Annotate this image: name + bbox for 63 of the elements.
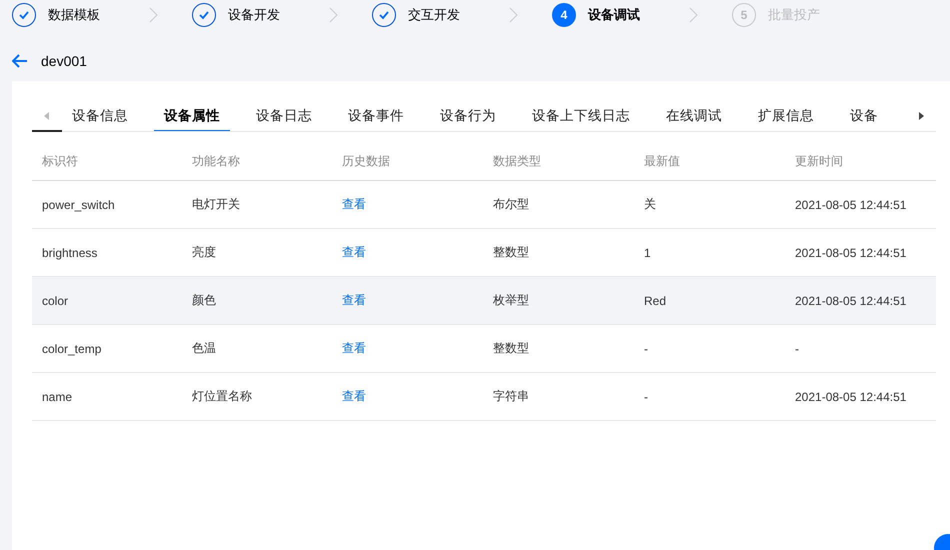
device-name: dev001 xyxy=(41,53,87,69)
column-header: 最新值 xyxy=(644,152,680,170)
chevron-icon xyxy=(329,7,338,23)
tab[interactable]: 设备属性 xyxy=(154,101,230,131)
table-cell: 2021-08-05 12:44:51 xyxy=(795,294,906,308)
table-cell: - xyxy=(644,342,648,356)
table-cell: color xyxy=(42,294,68,308)
check-icon xyxy=(378,9,390,21)
table-cell: 2021-08-05 12:44:51 xyxy=(795,390,906,404)
table-cell: 整数型 xyxy=(493,244,529,261)
tab[interactable]: 设备行为 xyxy=(430,101,506,131)
view-link[interactable]: 查看 xyxy=(342,244,366,261)
chevron-icon xyxy=(509,7,518,23)
back-arrow-icon[interactable] xyxy=(12,54,28,68)
table-cell: 电灯开关 xyxy=(192,196,240,213)
table-cell: color_temp xyxy=(42,342,102,356)
column-header: 标识符 xyxy=(42,152,78,170)
step-label: 设备开发 xyxy=(228,6,280,24)
tab[interactable]: 设备上下线日志 xyxy=(522,101,640,131)
check-icon xyxy=(18,9,30,21)
table-cell: 2021-08-05 12:44:51 xyxy=(795,246,906,260)
tab[interactable]: 设备 xyxy=(840,101,888,131)
tab[interactable]: 扩展信息 xyxy=(748,101,824,131)
column-header: 历史数据 xyxy=(342,152,390,170)
table-cell: 关 xyxy=(644,196,656,213)
table-cell: 颜色 xyxy=(192,292,216,309)
chevron-icon xyxy=(689,7,698,23)
table-cell: Red xyxy=(644,294,666,308)
tab[interactable]: 在线调试 xyxy=(656,101,732,131)
column-header: 更新时间 xyxy=(795,152,843,170)
view-link[interactable]: 查看 xyxy=(342,340,366,357)
tab[interactable]: 设备事件 xyxy=(338,101,414,131)
step-indicator: 5 xyxy=(732,3,756,27)
table-cell: 灯位置名称 xyxy=(192,388,252,405)
step-label: 交互开发 xyxy=(408,6,460,24)
table-cell: 字符串 xyxy=(493,388,529,405)
step-label: 数据模板 xyxy=(48,6,100,24)
table-cell: 整数型 xyxy=(493,340,529,357)
view-link[interactable]: 查看 xyxy=(342,388,366,405)
table-cell: name xyxy=(42,390,72,404)
step-label: 设备调试 xyxy=(588,6,640,24)
table-cell: 亮度 xyxy=(192,244,216,261)
table-cell: - xyxy=(644,390,648,404)
table-cell: 1 xyxy=(644,246,651,260)
step-indicator: 4 xyxy=(552,3,576,27)
chevron-icon xyxy=(149,7,158,23)
table-row[interactable]: color 颜色 查看 枚举型 Red 2021-08-05 12:44:51 xyxy=(32,277,936,325)
scroll-right-icon[interactable] xyxy=(918,112,924,120)
table-cell: 色温 xyxy=(192,340,216,357)
check-icon xyxy=(198,9,210,21)
tab[interactable]: 设备信息 xyxy=(62,101,138,131)
table-cell: - xyxy=(795,342,799,356)
column-header: 数据类型 xyxy=(493,152,541,170)
table-cell: power_switch xyxy=(42,198,115,212)
tab[interactable]: 设备日志 xyxy=(246,101,322,131)
table-cell: 枚举型 xyxy=(493,292,529,309)
table-cell: 2021-08-05 12:44:51 xyxy=(795,198,906,212)
table-cell: brightness xyxy=(42,246,98,260)
view-link[interactable]: 查看 xyxy=(342,292,366,309)
table-cell: 布尔型 xyxy=(493,196,529,213)
view-link[interactable]: 查看 xyxy=(342,196,366,213)
step-label: 批量投产 xyxy=(768,6,820,24)
column-header: 功能名称 xyxy=(192,152,240,170)
